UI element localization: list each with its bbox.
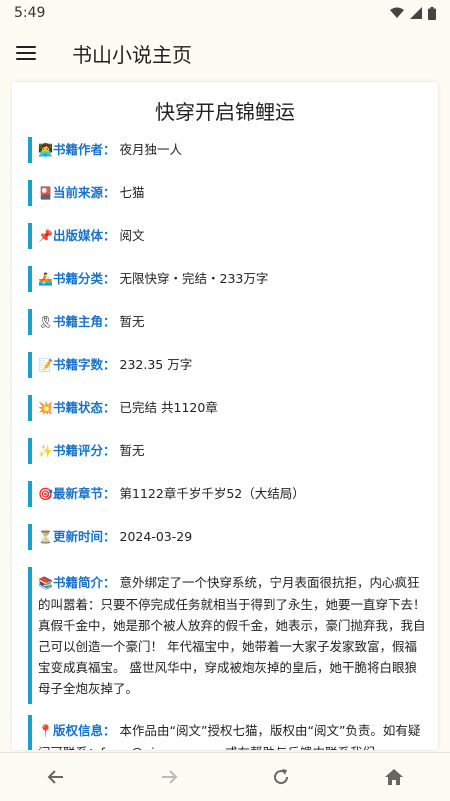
burst-icon: 💥 xyxy=(38,401,53,415)
back-icon xyxy=(47,770,64,784)
info-label: 书籍作者： xyxy=(53,142,116,157)
status-bar: 5:49 xyxy=(0,0,450,26)
forward-icon xyxy=(161,770,178,784)
memo-icon: 📝 xyxy=(38,358,53,372)
info-update-time: ⏳ 更新时间： 2024-03-29 xyxy=(28,524,426,550)
info-label: 书籍状态： xyxy=(53,400,116,415)
info-word-count: 📝 书籍字数： 232.35 万字 xyxy=(28,352,426,378)
info-intro: 📚书籍简介： 意外绑定了一个快穿系统，宁月表面很抗拒，内心疯狂的叫嚣着：只要不停完… xyxy=(28,567,426,704)
book-detail-card[interactable]: 快穿开启锦鲤运 👩‍💻 书籍作者： 夜月独一人 🎴 当前来源： 七猫 📌 出版媒体： 阅文 … xyxy=(12,82,438,750)
page-title: 书山小说主页 xyxy=(72,42,192,67)
info-label: 版权信息： xyxy=(53,723,116,738)
info-value: 232.35 万字 xyxy=(119,357,193,372)
info-publisher: 📌 出版媒体： 阅文 xyxy=(28,223,426,249)
info-label: 书籍主角： xyxy=(53,314,116,329)
books-icon: 📚 xyxy=(38,576,53,590)
intro-text: 意外绑定了一个快穿系统，宁月表面很抗拒，内心疯狂的叫嚣着：只要不停完成任务就相当… xyxy=(38,575,426,696)
sparkles-icon: ✨ xyxy=(38,444,53,458)
info-copyright: 📍版权信息：本作品由“阅文”授权七猫，版权由“阅文”负责。如有疑问可联系：faw… xyxy=(28,715,426,750)
info-label: 最新章节： xyxy=(53,486,116,501)
target-icon: 🎯 xyxy=(38,487,53,501)
info-rating: ✨ 书籍评分： 暂无 xyxy=(28,438,426,464)
book-info-list: 👩‍💻 书籍作者： 夜月独一人 🎴 当前来源： 七猫 📌 出版媒体： 阅文 🚣 书籍分类： 无限… xyxy=(12,137,438,750)
info-value[interactable]: 第1122章千岁千岁52（大结局） xyxy=(120,484,305,504)
info-category: 🚣 书籍分类： 无限快穿・完结・233万字 xyxy=(28,266,426,292)
category-icon: 🚣 xyxy=(38,272,53,286)
location-pin-icon: 📍 xyxy=(38,724,53,738)
info-label: 书籍评分： xyxy=(53,443,116,458)
book-title: 快穿开启锦鲤运 xyxy=(155,100,295,124)
author-icon: 👩‍💻 xyxy=(38,143,53,157)
info-label: 书籍字数： xyxy=(53,357,116,372)
pin-icon: 📌 xyxy=(38,229,53,243)
info-latest-chapter[interactable]: 🎯 最新章节： 第1122章千岁千岁52（大结局） xyxy=(28,481,426,507)
menu-icon[interactable] xyxy=(16,38,46,68)
info-value: 暂无 xyxy=(119,443,145,458)
info-value: 已完结 共1120章 xyxy=(119,400,218,415)
info-protagonist: 🎗 书籍主角： 暂无 xyxy=(28,309,426,335)
home-icon xyxy=(384,769,403,785)
source-icon: 🎴 xyxy=(38,186,53,200)
info-label: 书籍分类： xyxy=(53,271,116,286)
info-label: 出版媒体： xyxy=(53,228,116,243)
refresh-button[interactable] xyxy=(261,757,301,797)
status-icons xyxy=(390,6,436,20)
battery-icon xyxy=(428,6,436,20)
info-label: 当前来源： xyxy=(53,185,116,200)
info-value: 暂无 xyxy=(119,314,145,329)
bottom-nav xyxy=(0,752,450,801)
info-value: 七猫 xyxy=(119,185,145,200)
info-status: 💥 书籍状态： 已完结 共1120章 xyxy=(28,395,426,421)
info-value: 2024-03-29 xyxy=(119,529,193,544)
status-time: 5:49 xyxy=(14,5,46,21)
info-value: 阅文 xyxy=(119,228,145,243)
back-button[interactable] xyxy=(36,757,76,797)
info-label: 书籍简介： xyxy=(53,575,116,590)
app-bar: 书山小说主页 xyxy=(0,26,450,80)
forward-button[interactable] xyxy=(149,757,189,797)
info-label: 更新时间： xyxy=(53,529,116,544)
refresh-icon xyxy=(274,769,289,785)
hourglass-icon: ⏳ xyxy=(38,530,53,544)
wifi-icon xyxy=(390,7,404,18)
info-value: 夜月独一人 xyxy=(119,142,183,157)
home-button[interactable] xyxy=(374,757,414,797)
info-value: 无限快穿・完结・233万字 xyxy=(119,271,269,286)
ribbon-icon: 🎗 xyxy=(38,315,54,329)
info-author: 👩‍💻 书籍作者： 夜月独一人 xyxy=(28,137,426,163)
signal-icon xyxy=(410,7,422,19)
info-source: 🎴 当前来源： 七猫 xyxy=(28,180,426,206)
